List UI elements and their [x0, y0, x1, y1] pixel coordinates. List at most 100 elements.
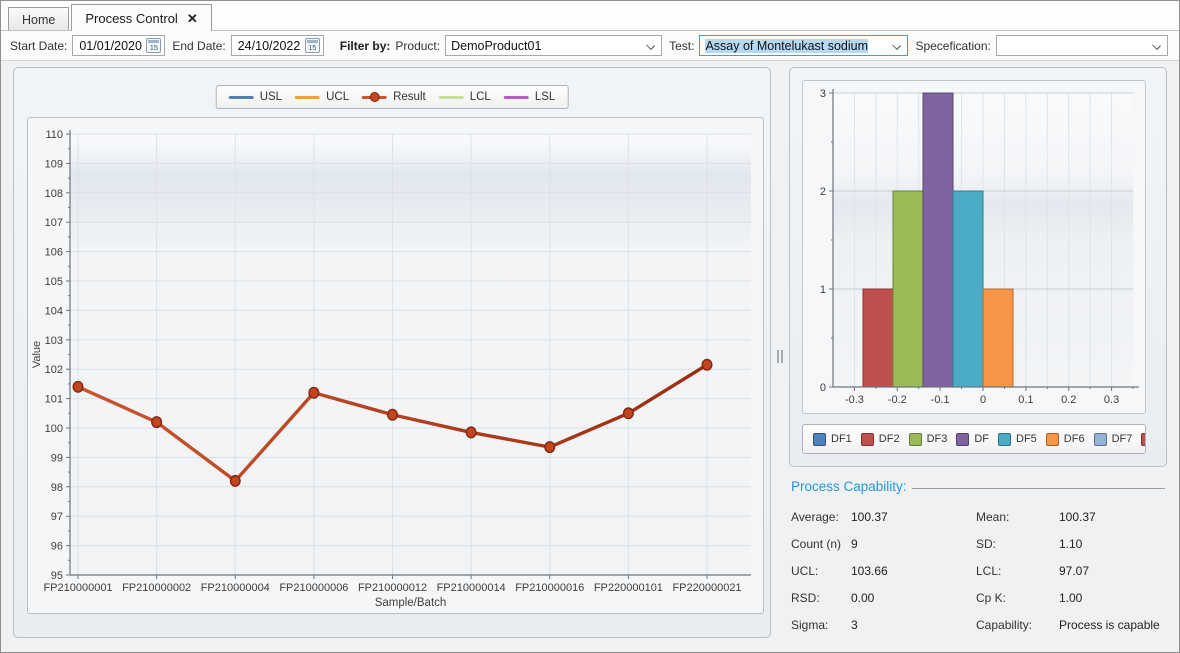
legend-item-df7[interactable]: DF7 [1094, 433, 1133, 446]
calendar-icon[interactable]: 15 [146, 38, 161, 53]
result-point[interactable] [545, 442, 555, 453]
legend-item-df2[interactable]: DF2 [861, 433, 900, 446]
y-tick-label: 2 [820, 186, 826, 198]
histogram-panel: 0123-0.3-0.2-0.100.10.20.3 DF1 DF2 DF3 [789, 67, 1167, 467]
df6-swatch [1046, 433, 1059, 446]
splitter-grip-icon [777, 350, 779, 363]
legend-item-df1[interactable]: DF1 [813, 433, 852, 446]
tab-home[interactable]: Home [8, 7, 69, 31]
panel-splitter[interactable] [773, 61, 787, 652]
tab-process-control[interactable]: Process Control ✕ [71, 4, 211, 31]
result-point[interactable] [466, 427, 476, 438]
y-tick-label: 99 [51, 452, 63, 464]
histogram-area: 0123-0.3-0.2-0.100.10.20.3 [802, 80, 1146, 414]
end-date-value: 24/10/2022 [238, 39, 301, 53]
test-value: Assay of Montelukast sodium [705, 39, 868, 53]
stat-label: RSD: [791, 592, 851, 605]
end-date-input[interactable]: 24/10/2022 15 [231, 35, 324, 56]
y-tick-label: 95 [51, 570, 63, 582]
tab-process-control-label: Process Control [85, 11, 177, 26]
legend-item-df6[interactable]: DF6 [1046, 433, 1085, 446]
control-chart-legend: USL UCL Result LCL L [216, 85, 569, 109]
y-tick-label: 104 [45, 305, 63, 317]
y-tick-label: 102 [45, 364, 63, 376]
control-chart-panel: USL UCL Result LCL L [13, 67, 771, 638]
y-tick-label: 107 [45, 217, 63, 229]
stat-value: 100.37 [1059, 511, 1165, 524]
stat-label: Count (n) [791, 538, 851, 551]
x-tick-label: -0.2 [888, 394, 907, 406]
chevron-down-icon [1152, 41, 1161, 50]
y-tick-label: 97 [51, 511, 63, 523]
stat-value: 9 [851, 538, 976, 551]
product-select[interactable]: DemoProduct01 [445, 35, 662, 56]
legend-item-usl[interactable]: USL [229, 91, 282, 103]
x-axis-title: Sample/Batch [375, 597, 447, 609]
legend-item-df3[interactable]: DF3 [909, 433, 948, 446]
legend-item-df5[interactable]: DF5 [998, 433, 1037, 446]
histogram-bar[interactable] [893, 191, 923, 387]
legend-item-lsl[interactable]: LSL [504, 91, 555, 103]
stat-label: Sigma: [791, 619, 851, 632]
legend-label: UCL [326, 91, 349, 103]
control-chart-svg: 9596979899100101102103104105106107108109… [28, 118, 763, 613]
histogram-bar[interactable] [863, 289, 893, 387]
histogram-bar[interactable] [923, 93, 953, 387]
histogram-bar[interactable] [983, 289, 1013, 387]
y-tick-label: 105 [45, 276, 63, 288]
y-tick-label: 3 [820, 88, 826, 100]
start-date-input[interactable]: 01/01/2020 15 [72, 35, 165, 56]
chevron-down-icon [646, 41, 655, 50]
df1-swatch [813, 433, 826, 446]
end-date-label: End Date: [172, 39, 225, 53]
main-content: USL UCL Result LCL L [1, 61, 1179, 652]
histogram-legend: DF1 DF2 DF3 DF [802, 424, 1146, 454]
result-point[interactable] [388, 409, 398, 420]
result-point[interactable] [73, 382, 83, 393]
control-chart-area: 9596979899100101102103104105106107108109… [27, 117, 764, 614]
stat-value: Process is capable [1059, 619, 1165, 632]
specification-label: Specefication: [915, 39, 990, 53]
x-tick-label: FP210000001 [43, 582, 112, 594]
legend-item-ucl[interactable]: UCL [295, 91, 349, 103]
specification-select[interactable] [996, 35, 1168, 56]
stat-label: Mean: [976, 511, 1059, 524]
result-point[interactable] [152, 417, 162, 428]
chevron-down-icon [892, 41, 901, 50]
legend-label: DF5 [1016, 433, 1037, 445]
legend-item-df4[interactable]: DF [956, 433, 989, 446]
right-column: 0123-0.3-0.2-0.100.10.20.3 DF1 DF2 DF3 [789, 67, 1167, 648]
y-tick-label: 108 [45, 188, 63, 200]
test-select[interactable]: Assay of Montelukast sodium [699, 35, 908, 56]
x-tick-label: FP210000012 [358, 582, 427, 594]
histogram-bar[interactable] [953, 191, 983, 387]
y-tick-label: 110 [45, 129, 63, 141]
result-point[interactable] [702, 359, 712, 370]
x-tick-label: FP210000002 [122, 582, 191, 594]
legend-item-lcl[interactable]: LCL [439, 91, 491, 103]
result-point[interactable] [230, 476, 240, 487]
legend-label: DF [974, 433, 989, 445]
legend-item-result[interactable]: Result [362, 91, 426, 103]
lcl-swatch [439, 96, 464, 99]
y-tick-label: 103 [45, 335, 63, 347]
legend-label: USL [260, 91, 282, 103]
ucl-swatch [295, 96, 320, 99]
result-point[interactable] [624, 408, 634, 419]
stat-label: UCL: [791, 565, 851, 578]
stat-label: Capability: [976, 619, 1059, 632]
result-swatch [362, 96, 387, 99]
df4-swatch [956, 433, 969, 446]
df5-swatch [998, 433, 1011, 446]
stat-value: 3 [851, 619, 976, 632]
y-tick-label: 109 [45, 158, 63, 170]
result-point[interactable] [309, 387, 319, 398]
legend-label: Result [393, 91, 426, 103]
stat-value: 100.37 [851, 511, 976, 524]
legend-item-clipped [1141, 433, 1146, 446]
x-tick-label: FP210000014 [437, 582, 506, 594]
calendar-icon[interactable]: 15 [305, 38, 320, 53]
x-tick-label: FP220000101 [594, 582, 663, 594]
close-tab-icon[interactable]: ✕ [187, 12, 198, 25]
x-tick-label: 0 [980, 394, 986, 406]
